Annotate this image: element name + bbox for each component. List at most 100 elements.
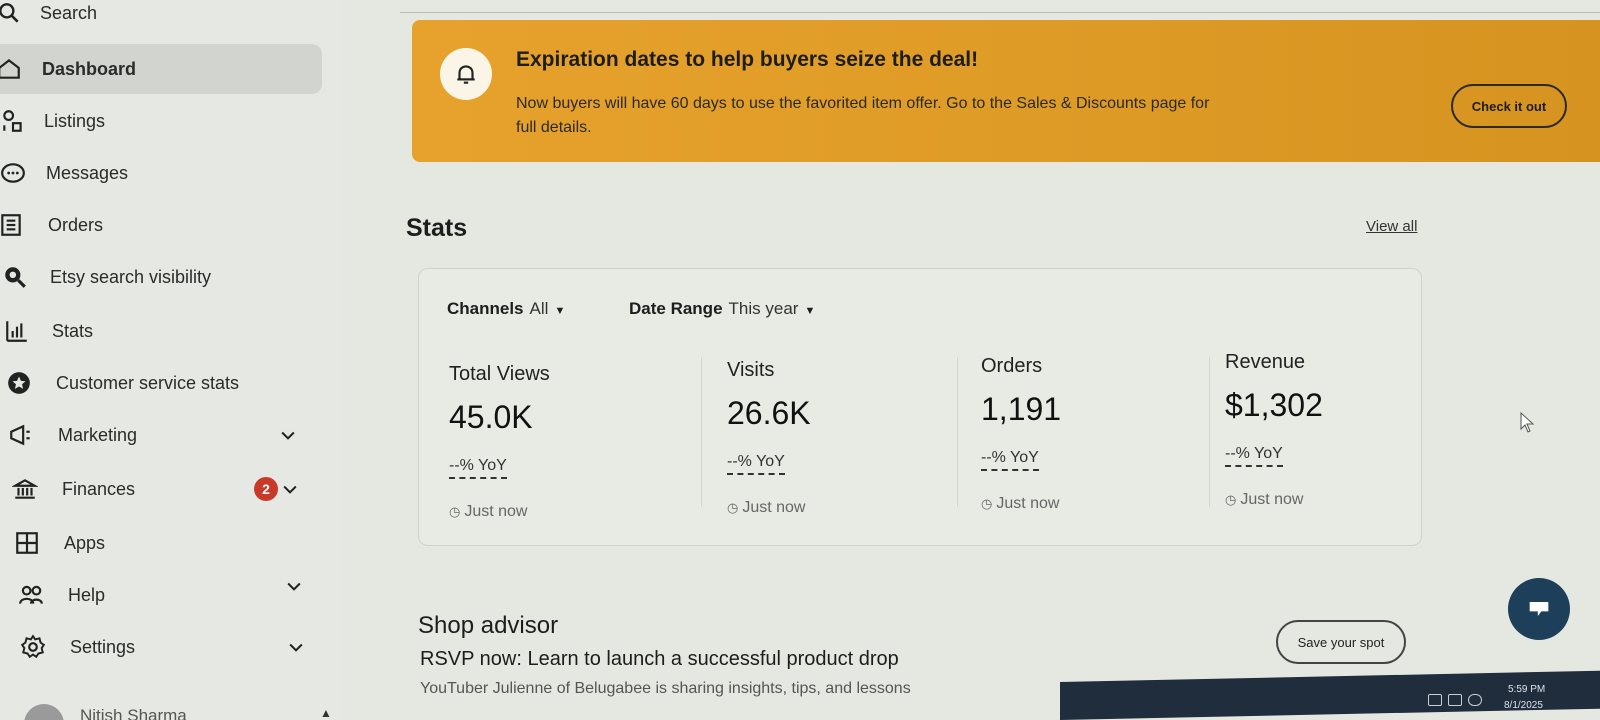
date-range-value: This year bbox=[728, 299, 799, 318]
dropdown-caret-icon: ▼ bbox=[804, 305, 816, 317]
sidebar-item-label: Marketing bbox=[58, 424, 138, 445]
system-tray bbox=[1428, 694, 1482, 706]
chevron-down-icon[interactable] bbox=[280, 479, 300, 499]
metric-label: Revenue bbox=[1225, 351, 1306, 373]
apps-icon bbox=[12, 528, 42, 558]
sidebar-item-help[interactable]: Help bbox=[0, 570, 322, 620]
sidebar-item-customer-service-stats[interactable]: Customer service stats bbox=[0, 358, 322, 408]
mouse-cursor-icon bbox=[1520, 412, 1535, 433]
sidebar-item-orders[interactable]: Orders bbox=[0, 200, 322, 250]
metric-yoy: --% YoY bbox=[1225, 445, 1283, 467]
taskbar-date[interactable]: 8/1/2025 bbox=[1504, 700, 1543, 711]
search-visibility-icon bbox=[0, 262, 30, 292]
check-it-out-button[interactable]: Check it out bbox=[1451, 84, 1567, 128]
gear-icon bbox=[18, 632, 48, 662]
metric-yoy: --% YoY bbox=[449, 457, 507, 479]
chevron-down-icon[interactable] bbox=[278, 425, 298, 445]
divider bbox=[701, 357, 702, 507]
metric-updated: ◷ Just now bbox=[1225, 491, 1303, 509]
metric-value: 26.6K bbox=[727, 395, 811, 431]
sidebar-item-etsy-search-visibility[interactable]: Etsy search visibility bbox=[0, 252, 322, 302]
sidebar-item-label: Orders bbox=[48, 214, 104, 235]
customer-service-icon bbox=[4, 368, 34, 398]
divider bbox=[400, 12, 1600, 13]
taskbar-time[interactable]: 5:59 PM bbox=[1508, 684, 1545, 695]
home-icon bbox=[0, 54, 24, 84]
save-your-spot-button[interactable]: Save your spot bbox=[1276, 620, 1406, 664]
metric-label: Visits bbox=[727, 359, 775, 381]
help-icon bbox=[16, 580, 46, 610]
sidebar-item-finances[interactable]: Finances 2 bbox=[0, 464, 322, 514]
divider bbox=[957, 357, 958, 507]
notification-badge: 2 bbox=[254, 477, 278, 501]
sidebar-item-settings[interactable]: Settings bbox=[0, 622, 322, 672]
metric-revenue[interactable]: Revenue $1,302 --% YoY ◷ Just now bbox=[1225, 351, 1475, 541]
metric-updated: ◷ Just now bbox=[727, 499, 805, 517]
dropdown-caret-icon: ▼ bbox=[554, 305, 566, 317]
sidebar-item-listings[interactable]: Listings bbox=[0, 96, 322, 146]
sidebar-item-label: Customer service stats bbox=[56, 372, 240, 393]
chat-icon bbox=[1529, 602, 1549, 616]
metric-yoy: --% YoY bbox=[727, 453, 785, 475]
sidebar-item-label: Dashboard bbox=[42, 58, 137, 79]
channels-label: Channels bbox=[447, 299, 524, 318]
sidebar-item-dashboard[interactable]: Dashboard bbox=[0, 44, 322, 94]
caret-up-icon[interactable]: ▲ bbox=[320, 706, 332, 720]
channels-filter[interactable]: Channels All ▼ bbox=[447, 299, 565, 319]
metric-yoy: --% YoY bbox=[981, 449, 1039, 471]
user-name[interactable]: Nitish Sharma bbox=[80, 706, 187, 720]
advisor-headline[interactable]: RSVP now: Learn to launch a successful p… bbox=[420, 648, 899, 671]
chevron-down-icon[interactable] bbox=[284, 576, 304, 596]
sidebar-item-label: Etsy search visibility bbox=[50, 266, 212, 287]
chat-button[interactable] bbox=[1508, 578, 1570, 640]
stats-icon bbox=[2, 316, 32, 346]
sidebar-item-label: Messages bbox=[46, 162, 129, 183]
megaphone-icon bbox=[6, 420, 36, 450]
search-icon bbox=[0, 0, 24, 28]
clock-icon: ◷ bbox=[727, 500, 739, 515]
view-all-link[interactable]: View all bbox=[1366, 218, 1417, 235]
promo-banner: Expiration dates to help buyers seize th… bbox=[412, 20, 1600, 162]
metric-orders[interactable]: Orders 1,191 --% YoY ◷ Just now bbox=[981, 355, 1231, 545]
metric-total-views[interactable]: Total Views 45.0K --% YoY ◷ Just now bbox=[449, 363, 699, 553]
sidebar-search[interactable]: Search bbox=[0, 0, 322, 38]
chevron-down-icon[interactable] bbox=[286, 637, 306, 657]
metric-updated-text: Just now bbox=[742, 499, 806, 516]
metric-updated-text: Just now bbox=[996, 495, 1060, 512]
avatar[interactable] bbox=[24, 704, 64, 720]
bank-icon bbox=[10, 474, 40, 504]
metric-visits[interactable]: Visits 26.6K --% YoY ◷ Just now bbox=[727, 359, 977, 549]
sidebar-item-messages[interactable]: Messages bbox=[0, 148, 322, 198]
keyboard-icon[interactable] bbox=[1428, 694, 1442, 706]
sidebar-item-stats[interactable]: Stats bbox=[0, 306, 322, 356]
shop-advisor-title: Shop advisor bbox=[418, 612, 559, 639]
sidebar-item-label: Finances bbox=[62, 478, 136, 499]
clock-icon: ◷ bbox=[1225, 492, 1237, 507]
listings-icon bbox=[0, 106, 28, 136]
metric-value: $1,302 bbox=[1225, 387, 1323, 423]
divider bbox=[1209, 357, 1210, 507]
bell-icon bbox=[440, 48, 492, 100]
stats-card: Channels All ▼ Date Range This year ▼ Total … bbox=[418, 268, 1422, 546]
metric-value: 45.0K bbox=[449, 399, 533, 435]
metric-value: 1,191 bbox=[981, 391, 1062, 427]
messages-icon bbox=[0, 158, 28, 188]
sidebar-item-label: Listings bbox=[44, 110, 106, 131]
metric-updated: ◷ Just now bbox=[981, 495, 1059, 513]
sidebar-item-label: Help bbox=[68, 584, 106, 605]
date-range-label: Date Range bbox=[629, 299, 723, 318]
sidebar-item-apps[interactable]: Apps bbox=[0, 518, 322, 568]
date-range-filter[interactable]: Date Range This year ▼ bbox=[629, 299, 815, 319]
sidebar-item-marketing[interactable]: Marketing bbox=[0, 410, 322, 460]
sidebar-search-label: Search bbox=[40, 2, 98, 23]
sidebar-item-label: Settings bbox=[70, 636, 136, 657]
metric-label: Total Views bbox=[449, 363, 550, 385]
metric-updated-text: Just now bbox=[464, 503, 528, 520]
sidebar: Search Dashboard Listings Messages Order… bbox=[0, 0, 340, 720]
banner-body: Now buyers will have 60 days to use the … bbox=[516, 95, 1210, 136]
volume-icon[interactable] bbox=[1468, 694, 1482, 706]
clock-icon: ◷ bbox=[981, 496, 993, 511]
metric-updated: ◷ Just now bbox=[449, 503, 527, 521]
orders-icon bbox=[0, 210, 26, 240]
display-icon[interactable] bbox=[1448, 694, 1462, 706]
